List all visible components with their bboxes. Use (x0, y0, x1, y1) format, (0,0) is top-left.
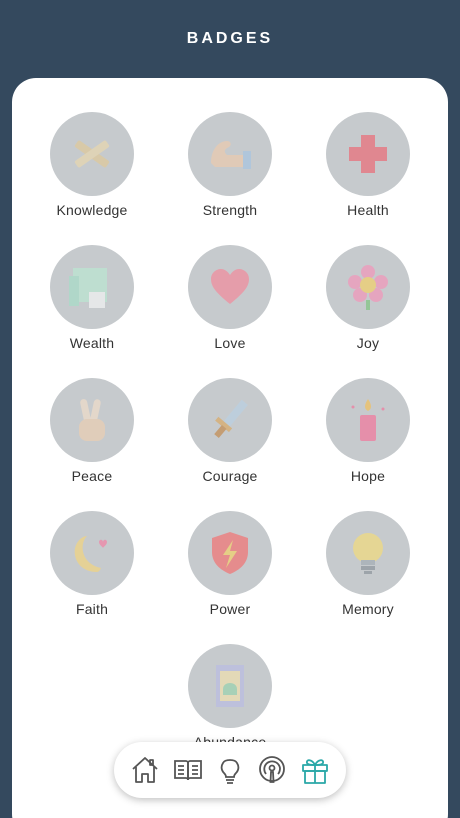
crossed-scrolls-icon (74, 140, 110, 168)
crescent-moon-icon (74, 536, 107, 572)
badge-label: Strength (202, 202, 258, 218)
badge-power[interactable]: Power (161, 511, 299, 644)
flexed-arm-icon (211, 141, 251, 169)
badge-label: Joy (356, 335, 380, 351)
badge-circle (188, 644, 272, 728)
badge-label: Faith (75, 601, 109, 617)
podcast-icon (259, 756, 286, 783)
rug-icon (216, 665, 244, 707)
badge-health[interactable]: Health (299, 112, 437, 245)
badge-love[interactable]: Love (161, 245, 299, 378)
badge-label: Knowledge (56, 202, 128, 218)
badge-circle (326, 245, 410, 329)
badge-wealth[interactable]: Wealth (23, 245, 161, 378)
badge-label: Wealth (69, 335, 115, 351)
badge-circle (188, 511, 272, 595)
peace-hand-icon (79, 399, 105, 441)
medical-cross-icon (349, 135, 387, 173)
badge-faith[interactable]: Faith (23, 511, 161, 644)
flower-icon (348, 265, 388, 310)
badge-hope[interactable]: Hope (299, 378, 437, 511)
lightbulb-icon (353, 533, 383, 574)
badge-circle (50, 112, 134, 196)
badge-circle (50, 245, 134, 329)
badge-circle (326, 112, 410, 196)
nav-home-button[interactable] (128, 753, 162, 787)
money-stack-icon (69, 268, 107, 308)
badge-label: Peace (71, 468, 113, 484)
badge-circle (50, 378, 134, 462)
badge-courage[interactable]: Courage (161, 378, 299, 511)
badge-memory[interactable]: Memory (299, 511, 437, 644)
badge-peace[interactable]: Peace (23, 378, 161, 511)
badge-circle (50, 511, 134, 595)
badge-circle (326, 378, 410, 462)
badge-circle (188, 112, 272, 196)
badge-label: Health (347, 202, 389, 218)
bottom-nav-bar (114, 742, 346, 798)
badge-knowledge[interactable]: Knowledge (23, 112, 161, 245)
badge-label: Memory (342, 601, 394, 617)
lightbulb-icon (220, 759, 240, 784)
candle-icon (351, 399, 385, 441)
badge-label: Hope (350, 468, 386, 484)
nav-reading-button[interactable] (171, 753, 205, 787)
nav-badges-button[interactable] (298, 753, 332, 787)
open-book-icon (173, 760, 202, 781)
badge-label: Courage (202, 468, 258, 484)
badge-circle (188, 378, 272, 462)
badge-circle (326, 511, 410, 595)
lightning-shield-icon (212, 532, 248, 574)
badge-strength[interactable]: Strength (161, 112, 299, 245)
nav-podcast-button[interactable] (255, 753, 289, 787)
page-title: BADGES (186, 30, 274, 47)
header: BADGES (0, 0, 460, 78)
badges-card: Knowledge Strength Health Wealth Love Jo… (12, 78, 448, 818)
home-icon (132, 757, 158, 783)
badge-joy[interactable]: Joy (299, 245, 437, 378)
badge-circle (188, 245, 272, 329)
badge-label: Love (214, 335, 246, 351)
gift-icon (301, 759, 328, 784)
nav-ideas-button[interactable] (213, 753, 247, 787)
heart-icon (211, 269, 249, 304)
sword-icon (214, 399, 248, 439)
badges-grid: Knowledge Strength Health Wealth Love Jo… (12, 112, 448, 777)
badge-label: Power (209, 601, 251, 617)
